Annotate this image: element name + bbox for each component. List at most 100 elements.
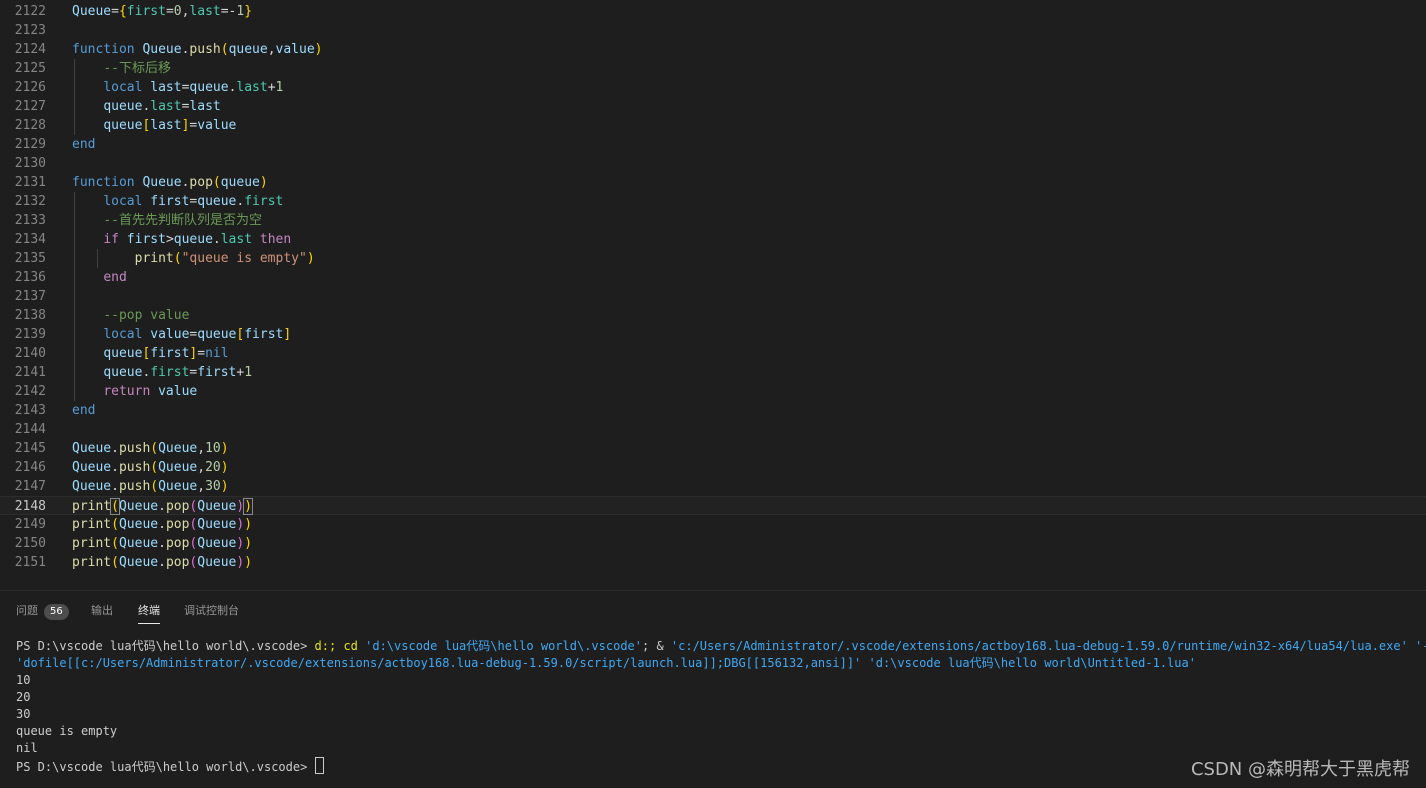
- code-line[interactable]: 2122 Queue={first=0,last=-1}: [0, 2, 1426, 21]
- code-text: end: [72, 401, 95, 420]
- code-text: queue[first]=nil: [72, 344, 229, 363]
- code-line[interactable]: 2139 local value=queue[first]: [0, 325, 1426, 344]
- code-line[interactable]: 2131 function Queue.pop(queue): [0, 173, 1426, 192]
- code-token: Queue: [197, 517, 237, 532]
- line-number: 2147: [14, 479, 46, 494]
- code-line[interactable]: 2134 if first>queue.last then: [0, 230, 1426, 249]
- code-token: ]: [283, 327, 292, 342]
- tab-output[interactable]: 输出: [91, 603, 113, 623]
- code-token: end: [103, 270, 127, 285]
- code-line[interactable]: 2142 return value: [0, 382, 1426, 401]
- code-token: Queue: [197, 555, 237, 570]
- code-token: Queue: [72, 4, 112, 19]
- code-token: =-: [220, 4, 237, 19]
- line-number: 2136: [14, 270, 46, 285]
- code-token: .: [158, 499, 166, 514]
- tab-debug-console[interactable]: 调试控制台: [184, 603, 239, 623]
- code-token: first: [126, 4, 166, 19]
- code-text: print("queue is empty"): [72, 249, 315, 268]
- indent-guide: [97, 249, 98, 268]
- code-text: --首先先判断队列是否为空: [72, 211, 262, 230]
- code-line[interactable]: 2129 end: [0, 135, 1426, 154]
- code-token: Queue: [72, 441, 112, 456]
- code-token: 0: [173, 4, 182, 19]
- tab-terminal[interactable]: 终端: [138, 603, 160, 624]
- code-line[interactable]: 2141 queue.first=first+1: [0, 363, 1426, 382]
- code-line[interactable]: 2140 queue[first]=nil: [0, 344, 1426, 363]
- code-line[interactable]: 2126 local last=queue.last+1: [0, 78, 1426, 97]
- code-line[interactable]: 2151 print(Queue.pop(Queue)): [0, 553, 1426, 572]
- code-token: .: [158, 555, 166, 570]
- code-editor[interactable]: 2122 Queue={first=0,last=-1} 2123 2124 funct…: [0, 0, 1426, 590]
- code-token: local: [103, 327, 151, 342]
- code-text: function Queue.push(queue,value): [72, 40, 323, 59]
- code-token: local: [103, 80, 151, 95]
- line-number: 2135: [14, 251, 46, 266]
- code-token: pop: [189, 175, 213, 190]
- code-line[interactable]: 2146 Queue.push(Queue,20): [0, 458, 1426, 477]
- code-token: nil: [205, 346, 229, 361]
- code-text: function Queue.pop(queue): [72, 173, 268, 192]
- code-text: print(Queue.pop(Queue)): [72, 534, 252, 553]
- code-line[interactable]: 2132 local first=queue.first: [0, 192, 1426, 211]
- code-line[interactable]: 2147 Queue.push(Queue,30): [0, 477, 1426, 496]
- line-number: 2130: [14, 156, 46, 171]
- code-token: Queue: [158, 441, 198, 456]
- code-line[interactable]: 2130: [0, 154, 1426, 173]
- code-token: queue: [189, 80, 229, 95]
- code-line[interactable]: 2127 queue.last=last: [0, 97, 1426, 116]
- code-token: (: [173, 251, 182, 266]
- indent-guide: [74, 192, 75, 401]
- code-token: print: [72, 555, 112, 570]
- code-line[interactable]: 2124 function Queue.push(queue,value): [0, 40, 1426, 59]
- code-line[interactable]: 2143 end: [0, 401, 1426, 420]
- terminal-cursor[interactable]: [314, 757, 324, 774]
- terminal-command-exe: 'c:/Users/Administrator/.vscode/extensio…: [670, 639, 1426, 653]
- line-number: 2124: [14, 42, 46, 57]
- code-text: return value: [72, 382, 197, 401]
- code-line[interactable]: 2128 queue[last]=value: [0, 116, 1426, 135]
- terminal-line-command: PS D:\vscode lua代码\hello world\.vscode> …: [16, 638, 1426, 655]
- code-line[interactable]: 2149 print(Queue.pop(Queue)): [0, 515, 1426, 534]
- line-number: 2126: [14, 80, 46, 95]
- code-line[interactable]: 2138 --pop value: [0, 306, 1426, 325]
- code-line[interactable]: 2125 --下标后移: [0, 59, 1426, 78]
- code-token: ): [314, 42, 323, 57]
- code-line[interactable]: 2144: [0, 420, 1426, 439]
- code-text: queue[last]=value: [72, 116, 236, 135]
- code-token: push: [189, 42, 221, 57]
- problems-count-badge: 56: [44, 604, 69, 620]
- tab-output-label: 输出: [91, 604, 113, 617]
- code-line[interactable]: 2137: [0, 287, 1426, 306]
- line-number: 2140: [14, 346, 46, 361]
- code-token: Queue: [158, 460, 198, 475]
- code-token: (: [150, 460, 159, 475]
- code-token: ): [220, 460, 229, 475]
- code-line[interactable]: 2133 --首先先判断队列是否为空: [0, 211, 1426, 230]
- code-token: (: [212, 175, 221, 190]
- code-line[interactable]: 2136 end: [0, 268, 1426, 287]
- code-token: last: [150, 99, 182, 114]
- line-number: 2149: [14, 517, 46, 532]
- code-line[interactable]: 2148 print(Queue.pop(Queue)): [0, 496, 1426, 515]
- code-token: pop: [165, 517, 190, 532]
- code-token: --pop value: [103, 308, 190, 323]
- code-token: first: [244, 194, 284, 209]
- code-text: end: [72, 268, 127, 287]
- code-token: ,: [197, 441, 206, 456]
- code-line[interactable]: 2145 Queue.push(Queue,10): [0, 439, 1426, 458]
- code-token: Queue: [142, 42, 182, 57]
- code-line[interactable]: 2150 print(Queue.pop(Queue)): [0, 534, 1426, 553]
- terminal-output-line: queue is empty: [16, 724, 118, 738]
- code-token: ,: [197, 479, 206, 494]
- code-line[interactable]: 2123: [0, 21, 1426, 40]
- line-number: 2128: [14, 118, 46, 133]
- code-token: value: [150, 327, 190, 342]
- code-line[interactable]: 2135 print("queue is empty"): [0, 249, 1426, 268]
- tab-problems[interactable]: 问题 56: [16, 603, 69, 623]
- line-number: 2129: [14, 137, 46, 152]
